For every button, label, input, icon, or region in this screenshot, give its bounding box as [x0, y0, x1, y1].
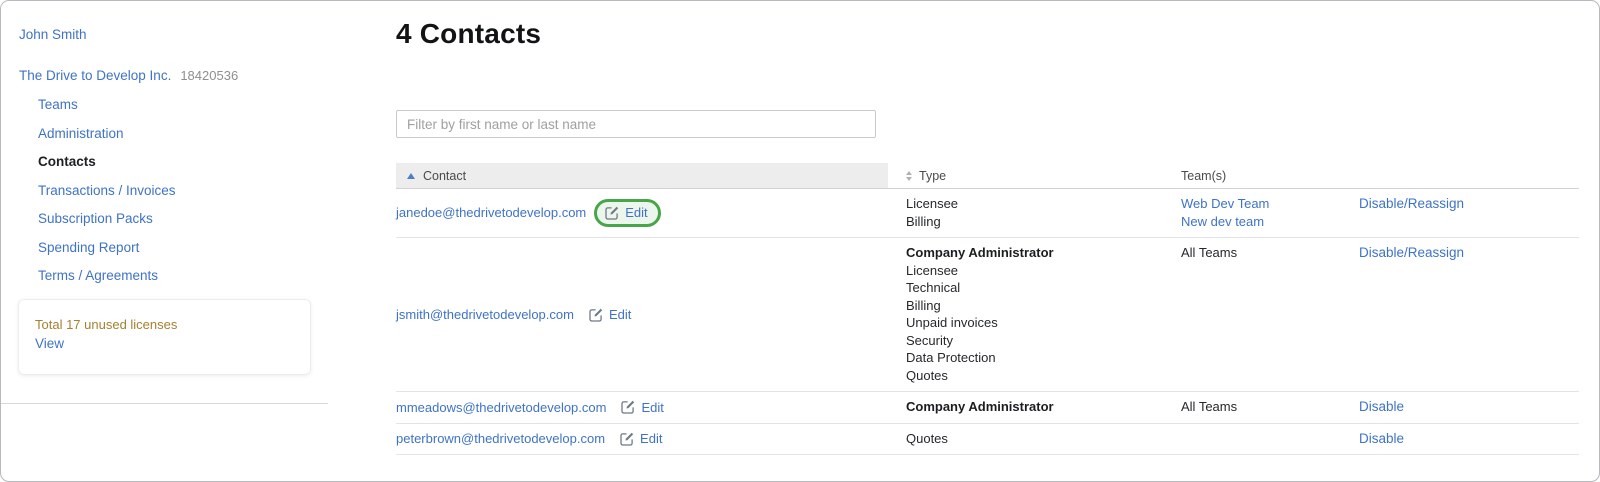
type-value: Data Protection: [906, 349, 1163, 367]
sidebar-item-terms-agreements[interactable]: Terms / Agreements: [38, 267, 328, 284]
organization-link[interactable]: The Drive to Develop Inc.: [19, 67, 171, 84]
sort-inactive-icon: [906, 171, 912, 181]
page-title: 4 Contacts: [396, 18, 1579, 50]
license-card: Total 17 unused licenses View: [18, 299, 311, 375]
type-value: Company Administrator: [906, 244, 1163, 262]
type-value: Licensee: [906, 195, 1163, 213]
sidebar-item-teams[interactable]: Teams: [38, 96, 328, 113]
license-summary-text: Total 17 unused licenses: [35, 317, 294, 333]
edit-button-label: Edit: [641, 399, 663, 417]
action-cell: Disable/Reassign: [1341, 189, 1579, 237]
sidebar-item-subscription-packs[interactable]: Subscription Packs: [38, 210, 328, 227]
action-link-disable-reassign[interactable]: Disable/Reassign: [1359, 196, 1464, 211]
license-view-link[interactable]: View: [35, 336, 64, 351]
column-header-type[interactable]: Type: [888, 163, 1163, 188]
column-header-type-label: Type: [919, 169, 946, 183]
column-header-contact[interactable]: Contact: [396, 163, 888, 188]
edit-icon: [620, 432, 634, 446]
table-header-row: Contact Type Team(s): [396, 163, 1579, 189]
contacts-table-body: janedoe@thedrivetodevelop.com Edit License…: [396, 189, 1579, 455]
sidebar-item-transactions-invoices[interactable]: Transactions / Invoices: [38, 182, 328, 199]
organization-row: The Drive to Develop Inc. 18420536: [19, 67, 328, 84]
edit-button[interactable]: Edit: [621, 399, 663, 417]
contact-cell: mmeadows@thedrivetodevelop.com Edit: [396, 392, 888, 423]
contact-cell: peterbrown@thedrivetodevelop.com Edit: [396, 424, 888, 455]
main-content: 4 Contacts Contact Type Team(s) janedoe@…: [396, 1, 1579, 455]
teams-cell: Web Dev TeamNew dev team: [1163, 189, 1341, 237]
edit-icon: [621, 400, 635, 414]
type-cell: Company AdministratorLicenseeTechnicalBi…: [888, 238, 1163, 391]
edit-button-label: Edit: [640, 430, 662, 448]
sidebar: John Smith The Drive to Develop Inc. 184…: [1, 1, 328, 404]
type-value: Technical: [906, 279, 1163, 297]
type-cell: Quotes: [888, 424, 1163, 455]
sidebar-item-administration[interactable]: Administration: [38, 125, 328, 142]
type-value: Unpaid invoices: [906, 314, 1163, 332]
type-value: Licensee: [906, 262, 1163, 280]
organization-id: 18420536: [180, 68, 238, 83]
edit-icon: [605, 206, 619, 220]
team-value: All Teams: [1181, 244, 1341, 262]
type-cell: Company Administrator: [888, 392, 1163, 423]
contact-cell: jsmith@thedrivetodevelop.com Edit: [396, 238, 888, 391]
table-row: mmeadows@thedrivetodevelop.com Edit Compan…: [396, 392, 1579, 424]
sidebar-item-contacts[interactable]: Contacts: [38, 153, 328, 170]
filter-input[interactable]: [396, 110, 876, 138]
type-value: Quotes: [906, 430, 1163, 448]
team-link[interactable]: New dev team: [1181, 213, 1341, 231]
contact-cell: janedoe@thedrivetodevelop.com Edit: [396, 189, 888, 237]
contact-email-link[interactable]: peterbrown@thedrivetodevelop.com: [396, 430, 605, 448]
column-header-teams: Team(s): [1163, 163, 1341, 188]
column-header-actions: [1341, 163, 1579, 188]
table-row: janedoe@thedrivetodevelop.com Edit License…: [396, 189, 1579, 238]
edit-button-label: Edit: [625, 204, 647, 222]
edit-button[interactable]: Edit: [589, 306, 631, 324]
app-window: John Smith The Drive to Develop Inc. 184…: [0, 0, 1600, 482]
contact-email-link[interactable]: janedoe@thedrivetodevelop.com: [396, 204, 586, 222]
edit-button-highlighted[interactable]: Edit: [594, 199, 660, 227]
action-cell: Disable: [1341, 424, 1579, 455]
sidebar-item-spending-report[interactable]: Spending Report: [38, 239, 328, 256]
type-cell: LicenseeBilling: [888, 189, 1163, 237]
edit-icon: [589, 308, 603, 322]
table-row: jsmith@thedrivetodevelop.com Edit Company …: [396, 238, 1579, 392]
sidebar-nav: Teams Administration Contacts Transactions …: [19, 96, 328, 284]
type-value: Company Administrator: [906, 398, 1163, 416]
action-link-disable[interactable]: Disable: [1359, 399, 1404, 414]
teams-cell: [1163, 424, 1341, 455]
type-value: Billing: [906, 213, 1163, 231]
action-link-disable[interactable]: Disable: [1359, 431, 1404, 446]
column-header-contact-label: Contact: [423, 169, 466, 183]
action-cell: Disable: [1341, 392, 1579, 423]
edit-button-label: Edit: [609, 306, 631, 324]
teams-cell: All Teams: [1163, 392, 1341, 423]
action-link-disable-reassign[interactable]: Disable/Reassign: [1359, 245, 1464, 260]
action-cell: Disable/Reassign: [1341, 238, 1579, 391]
team-value: All Teams: [1181, 398, 1341, 416]
column-header-teams-label: Team(s): [1181, 169, 1226, 183]
user-profile-link[interactable]: John Smith: [19, 26, 87, 43]
team-link[interactable]: Web Dev Team: [1181, 195, 1341, 213]
sort-ascending-icon: [407, 173, 415, 179]
type-value: Quotes: [906, 367, 1163, 385]
teams-cell: All Teams: [1163, 238, 1341, 391]
table-row: peterbrown@thedrivetodevelop.com Edit Quot…: [396, 424, 1579, 456]
contact-email-link[interactable]: jsmith@thedrivetodevelop.com: [396, 306, 574, 324]
contacts-table: Contact Type Team(s) janedoe@thedrivetod…: [396, 163, 1579, 455]
type-value: Security: [906, 332, 1163, 350]
edit-button[interactable]: Edit: [620, 430, 662, 448]
contact-email-link[interactable]: mmeadows@thedrivetodevelop.com: [396, 399, 606, 417]
type-value: Billing: [906, 297, 1163, 315]
